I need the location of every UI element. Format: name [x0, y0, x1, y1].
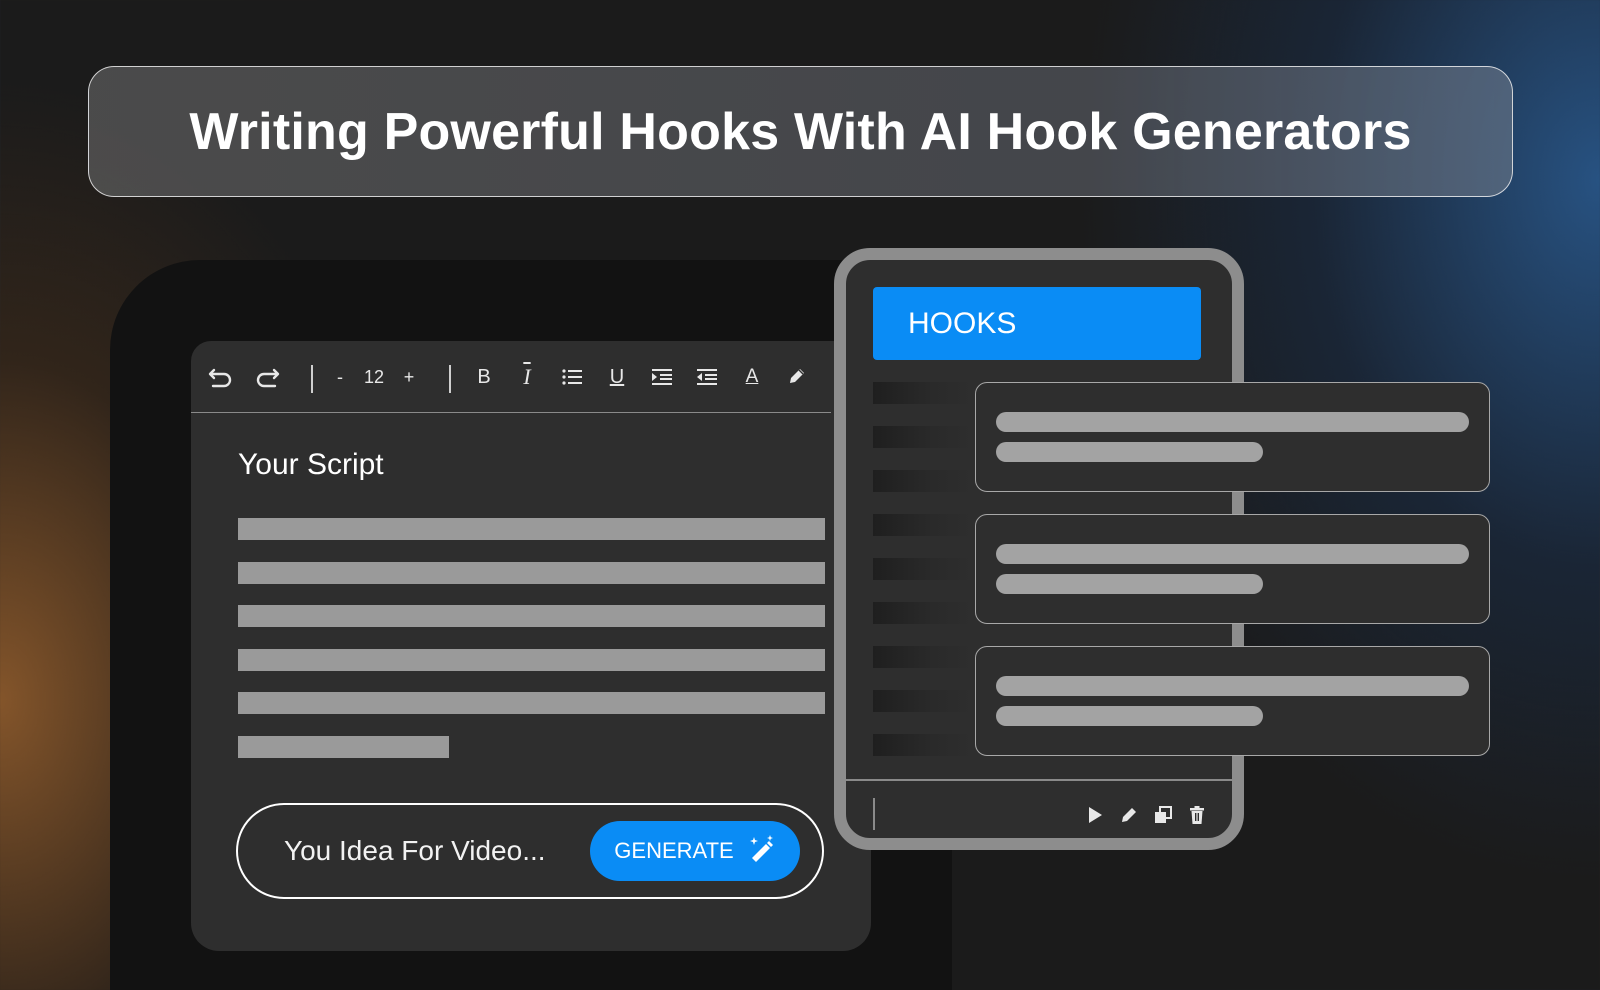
editor-toolbar: - 12 + B I U A: [191, 341, 831, 413]
hook-card[interactable]: [975, 514, 1490, 624]
generate-button[interactable]: GENERATE: [590, 821, 800, 881]
generate-label: GENERATE: [614, 838, 734, 863]
edit-icon[interactable]: [1118, 804, 1140, 826]
font-size-value[interactable]: 12: [361, 365, 387, 389]
undo-icon[interactable]: [207, 363, 235, 391]
hooks-row-shadow: [873, 646, 973, 668]
hooks-row-shadow: [873, 514, 973, 536]
hook-card-line: [996, 706, 1263, 726]
toolbar-divider: [449, 365, 451, 393]
copy-icon[interactable]: [1152, 804, 1174, 826]
video-idea-prompt: You Idea For Video... GENERATE: [236, 803, 824, 899]
hooks-row-shadow: [873, 690, 973, 712]
hook-card[interactable]: [975, 646, 1490, 756]
hooks-row-shadow: [873, 602, 973, 624]
hooks-row-shadow: [873, 426, 973, 448]
hook-card-line: [996, 544, 1469, 564]
decrease-font-button[interactable]: -: [333, 365, 347, 389]
hook-card-line: [996, 574, 1263, 594]
bold-button[interactable]: B: [474, 365, 494, 389]
indent-icon[interactable]: [651, 365, 673, 389]
hooks-footer-divider: [846, 779, 1232, 781]
pen-icon[interactable]: [785, 363, 809, 389]
play-icon[interactable]: [1084, 804, 1106, 826]
bulleted-list-icon[interactable]: [561, 365, 583, 389]
toolbar-divider: [311, 365, 313, 393]
hooks-header: HOOKS: [873, 287, 1201, 360]
script-placeholder-line: [238, 735, 449, 758]
hook-card-line: [996, 442, 1263, 462]
hooks-row-shadow: [873, 470, 973, 492]
script-editor: - 12 + B I U A Your Script You Idea For …: [191, 341, 871, 951]
hook-card-line: [996, 412, 1469, 432]
script-placeholder-line: [238, 561, 825, 584]
title-banner: Writing Powerful Hooks With AI Hook Gene…: [88, 66, 1513, 197]
redo-icon[interactable]: [253, 363, 281, 391]
text-caret: [873, 798, 875, 830]
hook-card-line: [996, 676, 1469, 696]
hooks-row-shadow: [873, 734, 973, 756]
increase-font-button[interactable]: +: [401, 365, 417, 389]
delete-icon[interactable]: [1186, 804, 1208, 826]
script-placeholder-line: [238, 692, 825, 714]
underline-button[interactable]: U: [607, 365, 627, 389]
video-idea-input[interactable]: You Idea For Video...: [284, 835, 546, 867]
editor-title: Your Script: [238, 448, 384, 481]
hooks-row-shadow: [873, 558, 973, 580]
script-placeholder-line: [238, 605, 825, 627]
italic-button[interactable]: I: [517, 364, 537, 389]
outdent-icon[interactable]: [696, 365, 718, 389]
hooks-row-shadow: [873, 382, 973, 404]
magic-wand-icon: [748, 834, 776, 868]
hook-card[interactable]: [975, 382, 1490, 492]
script-placeholder-line: [238, 518, 825, 540]
script-placeholder-line: [238, 648, 825, 671]
text-color-button[interactable]: A: [741, 365, 763, 389]
page-title: Writing Powerful Hooks With AI Hook Gene…: [189, 102, 1412, 161]
